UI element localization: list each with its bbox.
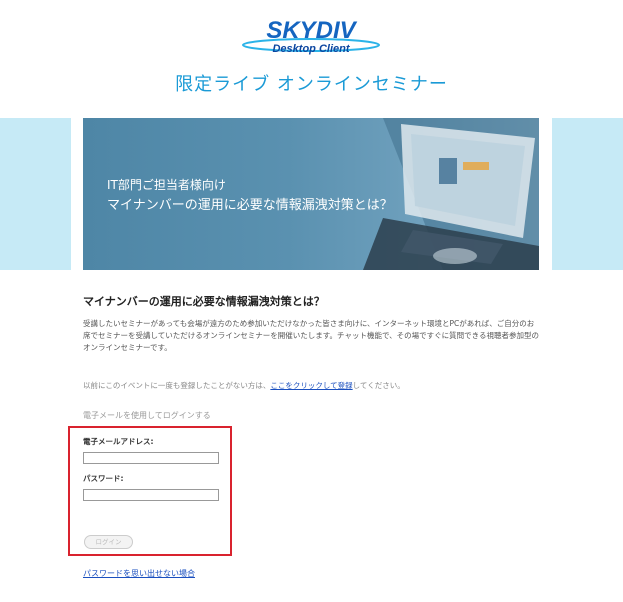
- login-button[interactable]: ログイン: [84, 535, 133, 549]
- hero-band-right: [552, 118, 623, 270]
- password-label: パスワード:: [83, 474, 124, 483]
- hero-banner: IT部門ご担当者様向け マイナンバーの運用に必要な情報漏洩対策とは？: [83, 118, 539, 270]
- section-heading: マイナンバーの運用に必要な情報漏洩対策とは？: [83, 295, 325, 308]
- hero-title: マイナンバーの運用に必要な情報漏洩対策とは？: [107, 198, 393, 213]
- register-line: 以前にこのイベントに一度も登録したことがない方は、ここをクリックして登録してくだ…: [83, 380, 405, 391]
- register-suffix: してください。: [352, 381, 405, 390]
- seminar-description: 受講したいセミナーがあっても会場が遠方のため参加いただけなかった皆さま向けに、イ…: [83, 319, 539, 352]
- logo-main-text: SKYDIV: [266, 18, 357, 44]
- skydiv-logo: SKYDIV Desktop Client: [242, 18, 380, 55]
- register-prefix: 以前にこのイベントに一度も登録したことがない方は、: [83, 381, 271, 390]
- page-title: 限定ライブ オンラインセミナー: [175, 74, 448, 95]
- email-field[interactable]: [83, 452, 219, 464]
- logo-sub-text: Desktop Client: [272, 43, 350, 55]
- forgot-password-link[interactable]: パスワードを思い出せない場合: [83, 568, 195, 579]
- password-field[interactable]: [83, 489, 219, 501]
- register-link[interactable]: ここをクリックして登録: [270, 381, 352, 390]
- hero-band-left: [0, 118, 71, 270]
- email-label: 電子メールアドレス:: [83, 437, 154, 446]
- hero-subtitle: IT部門ご担当者様向け: [107, 178, 226, 192]
- login-caption: 電子メールを使用してログインする: [83, 411, 211, 420]
